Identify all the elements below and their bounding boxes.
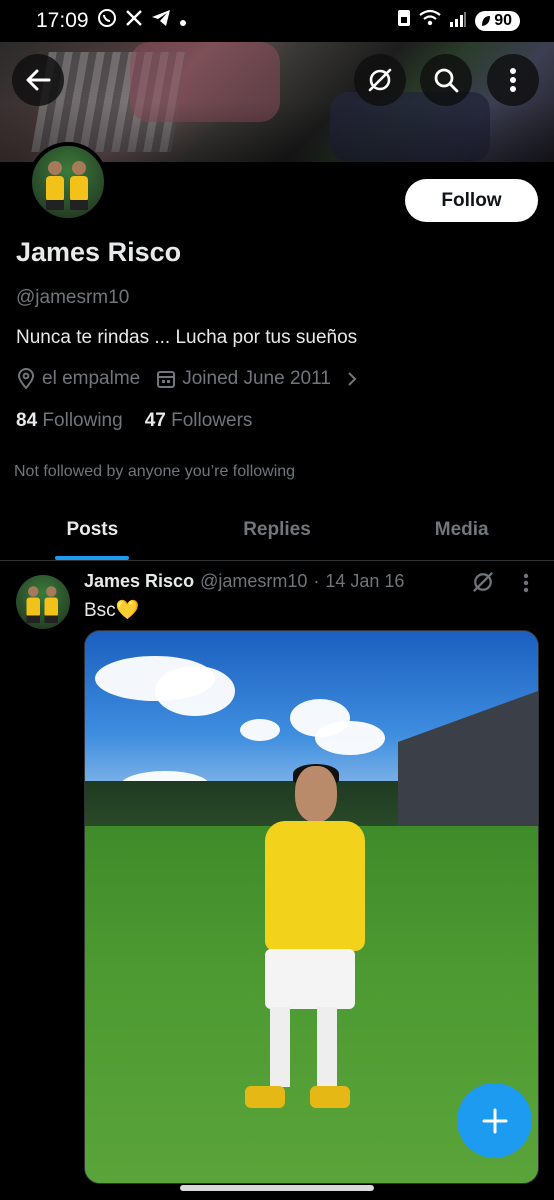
active-tab-indicator [55, 556, 130, 560]
more-vertical-icon [523, 573, 529, 593]
battery-level: 90 [494, 12, 512, 29]
photo-player-boot [310, 1086, 350, 1108]
post-header: James Risco @jamesrm10 · 14 Jan 16 [84, 571, 404, 592]
x-icon [125, 9, 143, 33]
whatsapp-icon [97, 8, 117, 34]
search-button[interactable] [420, 54, 472, 106]
joined-text: Joined June 2011 [182, 368, 331, 389]
back-button[interactable] [12, 54, 64, 106]
profile-bio: Nunca te rindas ... Lucha por tus sueños [16, 327, 358, 348]
tab-label: Replies [243, 519, 311, 540]
status-left: 17:09 [36, 8, 187, 34]
avatar-photo [46, 161, 88, 210]
followers-label: Followers [171, 410, 253, 431]
post-more-button[interactable] [522, 573, 530, 598]
photo-player-leg [317, 1007, 337, 1087]
profile-meta: el empalme Joined June 2011 [16, 368, 359, 390]
avatar-photo [26, 586, 58, 623]
location-text: el empalme [42, 368, 141, 389]
notification-dot-icon [179, 9, 187, 33]
following-label: Following [42, 410, 123, 431]
post-grok-button[interactable] [471, 570, 495, 599]
not-followed-notice: Not followed by anyone you’re following [14, 463, 296, 480]
photo-player-shorts [265, 949, 355, 1009]
photo-cloud [315, 721, 385, 755]
profile-name: James Risco [16, 237, 182, 267]
status-time: 17:09 [36, 9, 89, 32]
post-text: Bsc💛 [84, 600, 140, 621]
following-link[interactable]: 84 Following [16, 410, 123, 432]
more-vertical-icon [510, 68, 516, 92]
following-count: 84 [16, 410, 38, 431]
tab-media[interactable]: Media [369, 500, 554, 560]
photo-cloud [240, 719, 280, 741]
plus-icon [482, 1108, 507, 1133]
telegram-icon [151, 9, 171, 33]
profile-avatar[interactable] [28, 142, 108, 222]
post-author-name[interactable]: James Risco [84, 571, 194, 592]
profile-handle: @jamesrm10 [16, 287, 130, 308]
tab-replies[interactable]: Replies [185, 500, 370, 560]
grok-icon [473, 572, 493, 592]
calendar-icon [157, 371, 176, 388]
arrow-left-icon [26, 69, 51, 91]
battery-leaf-icon [482, 16, 491, 26]
signal-icon [449, 9, 467, 33]
post-author-handle: @jamesrm10 [200, 571, 308, 591]
chevron-right-icon[interactable] [345, 370, 359, 388]
grok-icon [368, 68, 392, 92]
post-date[interactable]: 14 Jan 16 [325, 571, 404, 592]
home-indicator[interactable] [180, 1185, 374, 1191]
photo-player-boot [245, 1086, 285, 1108]
status-bar: 17:09 90 [0, 0, 554, 42]
location-icon [17, 368, 35, 390]
battery-badge: 90 [475, 11, 520, 31]
photo-cloud [155, 666, 235, 716]
status-right: 90 [397, 9, 520, 33]
compose-button[interactable] [457, 1083, 532, 1158]
grok-button[interactable] [354, 54, 406, 106]
tab-label: Media [434, 519, 489, 540]
followers-count: 47 [144, 410, 166, 431]
more-button[interactable] [487, 54, 539, 106]
post-author-avatar[interactable] [16, 575, 70, 629]
profile-counts: 84 Following 47 Followers [16, 410, 252, 432]
tab-posts[interactable]: Posts [0, 500, 185, 560]
sim-icon [397, 9, 411, 33]
search-icon [434, 68, 459, 93]
profile-tabs: Posts Replies Media [0, 500, 554, 561]
post-separator: · [313, 571, 320, 591]
photo-player-head [295, 766, 337, 822]
photo-player-leg [270, 1007, 290, 1087]
tab-label: Posts [66, 519, 119, 540]
photo-player-shirt [265, 821, 365, 951]
wifi-icon [419, 9, 441, 33]
follow-button[interactable]: Follow [405, 179, 538, 222]
followers-link[interactable]: 47 Followers [145, 410, 253, 432]
